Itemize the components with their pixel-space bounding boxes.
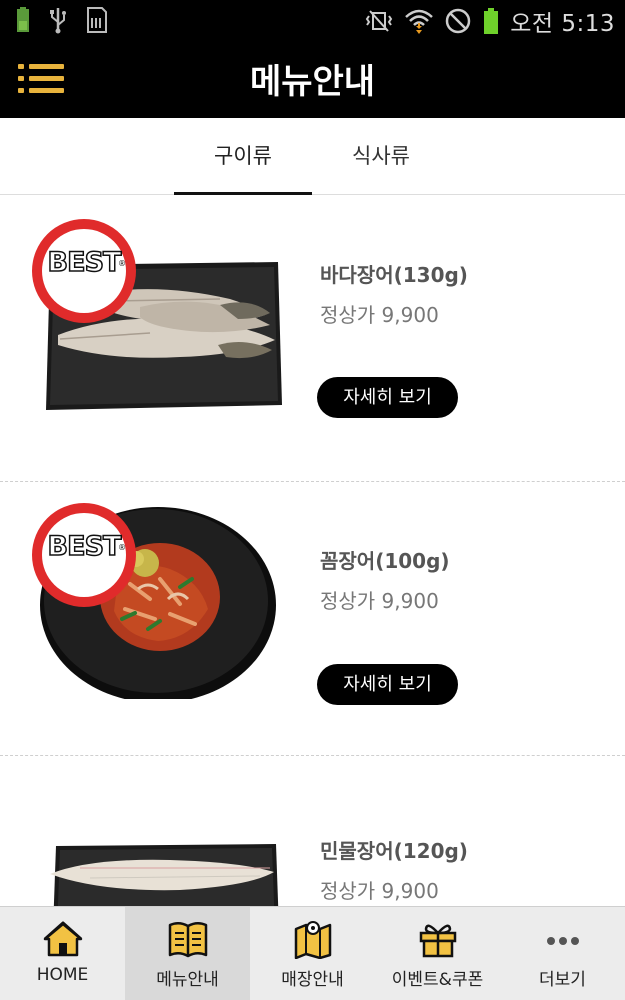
status-icons-right: 오전 5:13 — [364, 4, 615, 38]
best-badge: BEST ® — [32, 219, 136, 323]
status-icons-left — [14, 6, 108, 34]
nav-store[interactable]: 매장안내 — [250, 907, 375, 1000]
more-icon — [547, 937, 579, 945]
nav-label: 더보기 — [539, 970, 586, 990]
page-title: 메뉴안내 — [249, 62, 376, 102]
status-bar: 오전 5:13 — [0, 0, 625, 40]
map-icon — [294, 921, 332, 959]
sd-card-icon — [87, 7, 107, 33]
detail-button[interactable]: 자세히 보기 — [317, 377, 458, 418]
nav-label: 매장안내 — [281, 970, 344, 990]
nav-label: 이벤트&쿠폰 — [391, 970, 484, 990]
no-sim-icon — [445, 8, 471, 34]
nav-event[interactable]: 이벤트&쿠폰 — [375, 907, 500, 1000]
menu-item: BEST ® 꼼장어(100g) 정상가 9,900 자세히 보기 — [0, 469, 625, 756]
tab-grill[interactable]: 구이류 — [174, 118, 312, 195]
gift-icon — [419, 924, 457, 958]
battery-icon — [484, 8, 499, 34]
nav-label: 메뉴안내 — [156, 970, 219, 990]
vibrate-icon — [366, 10, 393, 32]
item-price: 정상가 9,900 — [320, 879, 439, 903]
best-badge: BEST ® — [32, 503, 136, 607]
wifi-icon — [405, 9, 434, 34]
nav-menu[interactable]: 메뉴안내 — [125, 907, 250, 1000]
item-price: 정상가 9,900 — [320, 303, 439, 327]
item-name: 바다장어(130g) — [320, 263, 468, 287]
item-price: 정상가 9,900 — [320, 589, 439, 613]
bottom-navigation: HOME 메뉴안내 매장안내 이벤트&쿠폰 더보기 — [0, 906, 625, 1000]
battery-charging-icon — [17, 7, 29, 32]
menu-item: BEST ® 바다장어(130g) 정상가 9,900 자세히 보기 — [0, 195, 625, 482]
nav-more[interactable]: 더보기 — [500, 907, 625, 1000]
nav-label: HOME — [36, 965, 89, 985]
item-name: 민물장어(120g) — [320, 839, 468, 863]
app-header: 메뉴안내 — [0, 40, 625, 118]
item-name: 꼼장어(100g) — [320, 549, 450, 573]
category-tabs: 구이류 식사류 — [0, 118, 625, 195]
usb-icon — [50, 8, 66, 34]
status-time: 오전 5:13 — [510, 11, 615, 37]
tab-meals[interactable]: 식사류 — [312, 118, 450, 195]
nav-home[interactable]: HOME — [0, 907, 125, 1000]
home-icon — [43, 921, 83, 957]
detail-button[interactable]: 자세히 보기 — [317, 664, 458, 705]
book-icon — [168, 922, 208, 958]
